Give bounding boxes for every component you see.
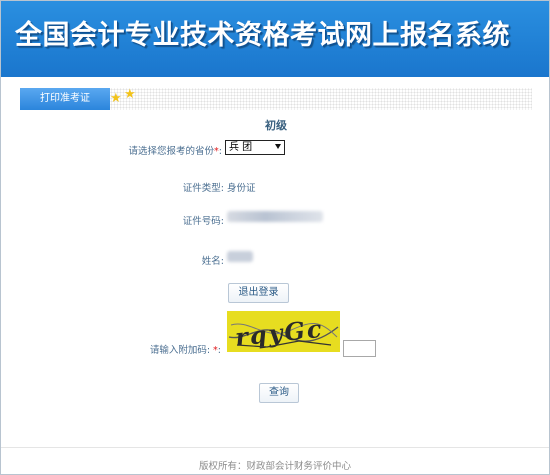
province-label-text: 请选择您报考的省份 (128, 146, 215, 157)
chevron-down-icon (275, 144, 281, 149)
id-type-value: 身份证 (227, 183, 256, 194)
tab-print-admission-ticket[interactable]: 打印准考证 (20, 88, 110, 110)
name-redacted (227, 251, 253, 262)
province-select[interactable]: 兵 团 (225, 140, 285, 155)
footer-copyright: 版权所有：财政部会计财务评价中心 (198, 461, 351, 472)
captcha-label-text: 请输入附加码: (149, 345, 211, 356)
star-icon: ★ (110, 91, 122, 106)
province-label: 请选择您报考的省份*: (111, 143, 222, 157)
star-icon: ★ (124, 87, 136, 102)
name-label: 姓名: (201, 256, 224, 267)
captcha-image[interactable]: rqyGc (227, 311, 340, 352)
captcha-input[interactable] (343, 340, 376, 357)
query-button[interactable]: 查询 (259, 383, 299, 403)
province-selected-value: 兵 团 (229, 142, 253, 153)
id-number-redacted (227, 211, 323, 222)
page-frame: 全国会计专业技术资格考试网上报名系统 打印准考证 ★ ★ 初级 请选择您报考的省… (0, 0, 550, 475)
exam-level-title: 初级 (265, 119, 287, 132)
id-type-label: 证件类型: (182, 183, 224, 194)
captcha-label: 请输入附加码: *: (121, 342, 221, 356)
captcha-label-colon: : (217, 345, 221, 356)
province-label-colon: : (218, 146, 222, 157)
footer-divider (1, 447, 549, 448)
logout-button[interactable]: 退出登录 (228, 283, 289, 303)
captcha-graphic: rqyGc (227, 311, 340, 352)
system-title: 全国会计专业技术资格考试网上报名系统 (15, 20, 510, 51)
header-banner: 全国会计专业技术资格考试网上报名系统 (1, 1, 549, 77)
id-number-label: 证件号码: (182, 216, 224, 227)
